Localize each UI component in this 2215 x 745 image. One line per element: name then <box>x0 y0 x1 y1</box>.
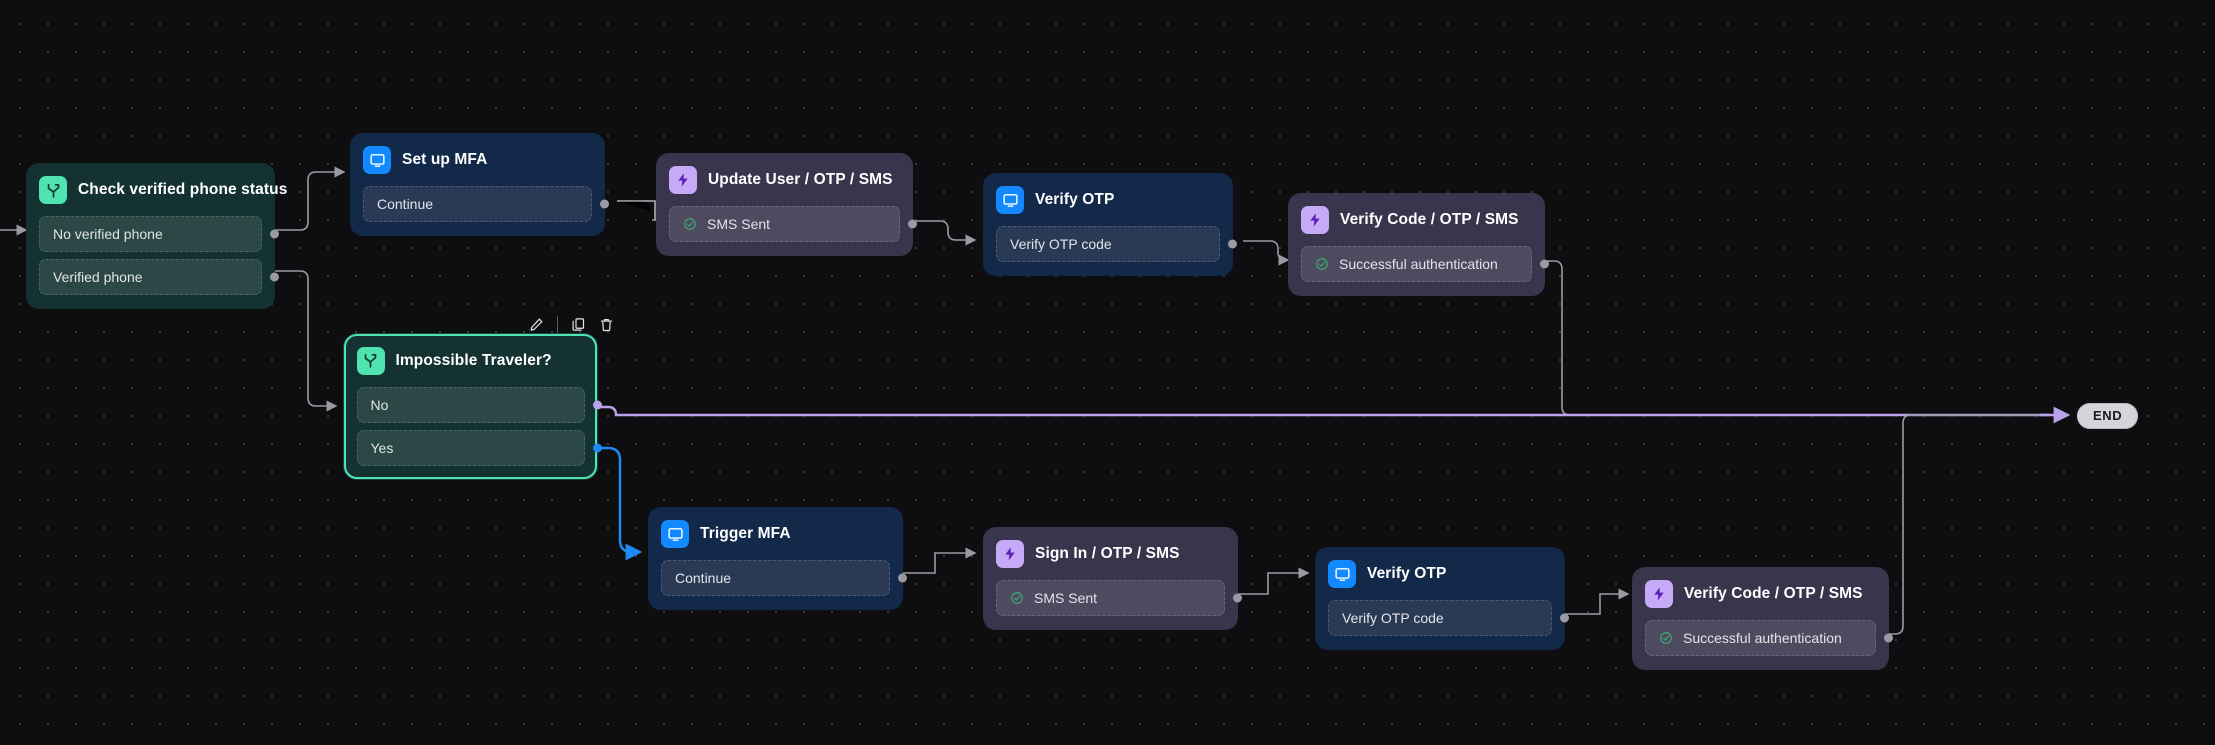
port-row[interactable]: Verified phone <box>39 259 279 295</box>
delete-node-button[interactable] <box>597 315 616 334</box>
port-label: No verified phone <box>53 226 163 242</box>
node-toolbar[interactable] <box>527 315 616 334</box>
edge-impossible-no-to-end <box>593 405 2050 417</box>
port-connector-dot[interactable] <box>1228 239 1237 249</box>
toolbar-divider <box>557 316 558 333</box>
node-verify-code-otp-sms-bottom[interactable]: Verify Code / OTP / SMS Successful authe… <box>1632 567 1893 670</box>
port-row[interactable]: Verify OTP code <box>1328 600 1569 636</box>
node-sign-in-otp-sms[interactable]: Sign In / OTP / SMS SMS Sent <box>983 527 1242 630</box>
port-connector-dot[interactable] <box>592 400 602 409</box>
node-header: Set up MFA <box>363 146 592 174</box>
edit-node-button[interactable] <box>527 315 546 334</box>
port-label: Verify OTP code <box>1010 236 1112 252</box>
port-row[interactable]: SMS Sent <box>669 206 917 242</box>
node-title: Verify OTP <box>1035 191 1115 208</box>
lightning-icon <box>1301 206 1329 234</box>
edge-verifycode-top-to-end <box>1535 260 1962 416</box>
node-header: Trigger MFA <box>661 520 890 548</box>
screen-icon <box>996 186 1024 214</box>
node-header: Verify Code / OTP / SMS <box>1301 206 1532 234</box>
lightning-icon <box>996 540 1024 568</box>
node-header: Check verified phone status <box>39 176 287 204</box>
port-row[interactable]: No verified phone <box>39 216 279 252</box>
port-label: Successful authentication <box>1683 630 1842 646</box>
flow-canvas[interactable]: Check verified phone status No verified … <box>0 0 2215 745</box>
node-verify-otp-top[interactable]: Verify OTP Verify OTP code <box>983 173 1237 276</box>
check-circle-icon <box>1659 631 1673 645</box>
screen-icon <box>363 146 391 174</box>
node-title: Check verified phone status <box>78 181 288 198</box>
node-title: Set up MFA <box>402 151 488 168</box>
port-connector-dot[interactable] <box>270 229 279 239</box>
port-label: Successful authentication <box>1339 256 1498 272</box>
node-title: Verify OTP <box>1367 565 1447 582</box>
port-label: Verify OTP code <box>1342 610 1444 626</box>
edge-setupmfa-to-updateuser-stub <box>617 200 656 221</box>
port-row[interactable]: No <box>356 386 602 423</box>
check-circle-icon <box>1315 257 1329 271</box>
node-title: Update User / OTP / SMS <box>708 171 893 188</box>
port-label: No <box>370 396 389 413</box>
port-label: Yes <box>370 439 394 456</box>
node-header: Verify Code / OTP / SMS <box>1645 580 1876 608</box>
node-title: Verify Code / OTP / SMS <box>1340 211 1519 228</box>
edge-impossible-yes-to-triggermfa <box>593 446 643 561</box>
screen-icon <box>661 520 689 548</box>
node-set-up-mfa[interactable]: Set up MFA Continue <box>350 133 609 236</box>
lightning-icon <box>669 166 697 194</box>
branch-split-icon <box>39 176 67 204</box>
end-node-label: END <box>2093 408 2123 423</box>
node-update-user-otp-sms[interactable]: Update User / OTP / SMS SMS Sent <box>656 153 917 256</box>
port-connector-dot[interactable] <box>592 443 602 452</box>
port-row[interactable]: Yes <box>356 429 602 466</box>
node-impossible-traveler[interactable]: Impossible Traveler? No Yes <box>344 334 602 479</box>
check-circle-icon <box>1010 591 1024 605</box>
port-label: Continue <box>675 570 732 586</box>
port-label: Verified phone <box>53 269 143 285</box>
edge-verifyotp-to-verifycode-top <box>1243 240 1290 266</box>
edge-signin-to-verifyotp-bottom <box>1231 567 1310 595</box>
node-header: Verify OTP <box>1328 560 1552 588</box>
lightning-icon <box>1645 580 1673 608</box>
node-title: Sign In / OTP / SMS <box>1035 545 1180 562</box>
port-row[interactable]: Continue <box>661 560 907 596</box>
port-connector-dot[interactable] <box>1560 613 1569 623</box>
port-connector-dot[interactable] <box>1884 633 1893 643</box>
node-title: Impossible Traveler? <box>395 351 552 369</box>
port-connector-dot[interactable] <box>600 199 609 209</box>
port-connector-dot[interactable] <box>270 272 279 282</box>
node-title: Verify Code / OTP / SMS <box>1684 585 1863 602</box>
port-connector-dot[interactable] <box>898 573 907 583</box>
node-title: Trigger MFA <box>700 525 791 542</box>
port-label: SMS Sent <box>707 216 771 232</box>
duplicate-node-button[interactable] <box>569 315 588 334</box>
screen-icon <box>1328 560 1356 588</box>
node-header: Sign In / OTP / SMS <box>996 540 1225 568</box>
end-node[interactable]: END <box>2077 403 2139 429</box>
edge-triggermfa-to-signin <box>893 547 977 574</box>
port-row[interactable]: Successful authentication <box>1645 620 1893 656</box>
edge-verifiedphone-to-impossible <box>275 270 338 412</box>
node-header: Verify OTP <box>996 186 1220 214</box>
node-header: Update User / OTP / SMS <box>669 166 900 194</box>
node-header: Impossible Traveler? <box>356 346 585 375</box>
port-row[interactable]: Continue <box>363 186 609 222</box>
port-row[interactable]: SMS Sent <box>996 580 1242 616</box>
port-label: Continue <box>377 196 434 212</box>
node-verify-code-otp-sms-top[interactable]: Verify Code / OTP / SMS Successful authe… <box>1288 193 1549 296</box>
port-row[interactable]: Verify OTP code <box>996 226 1237 262</box>
port-label: SMS Sent <box>1034 590 1098 606</box>
branch-split-icon <box>356 346 385 375</box>
node-verify-otp-bottom[interactable]: Verify OTP Verify OTP code <box>1315 547 1569 650</box>
node-trigger-mfa[interactable]: Trigger MFA Continue <box>648 507 907 610</box>
edge-verifycode-bottom-to-end <box>1882 414 2060 635</box>
port-connector-dot[interactable] <box>908 219 917 229</box>
edge-verifyotp-to-verifycode-bottom <box>1563 588 1630 615</box>
port-connector-dot[interactable] <box>1233 593 1242 603</box>
port-row[interactable]: Successful authentication <box>1301 246 1549 282</box>
check-circle-icon <box>683 217 697 231</box>
node-check-verified-phone-status[interactable]: Check verified phone status No verified … <box>26 163 287 309</box>
port-connector-dot[interactable] <box>1540 259 1549 269</box>
